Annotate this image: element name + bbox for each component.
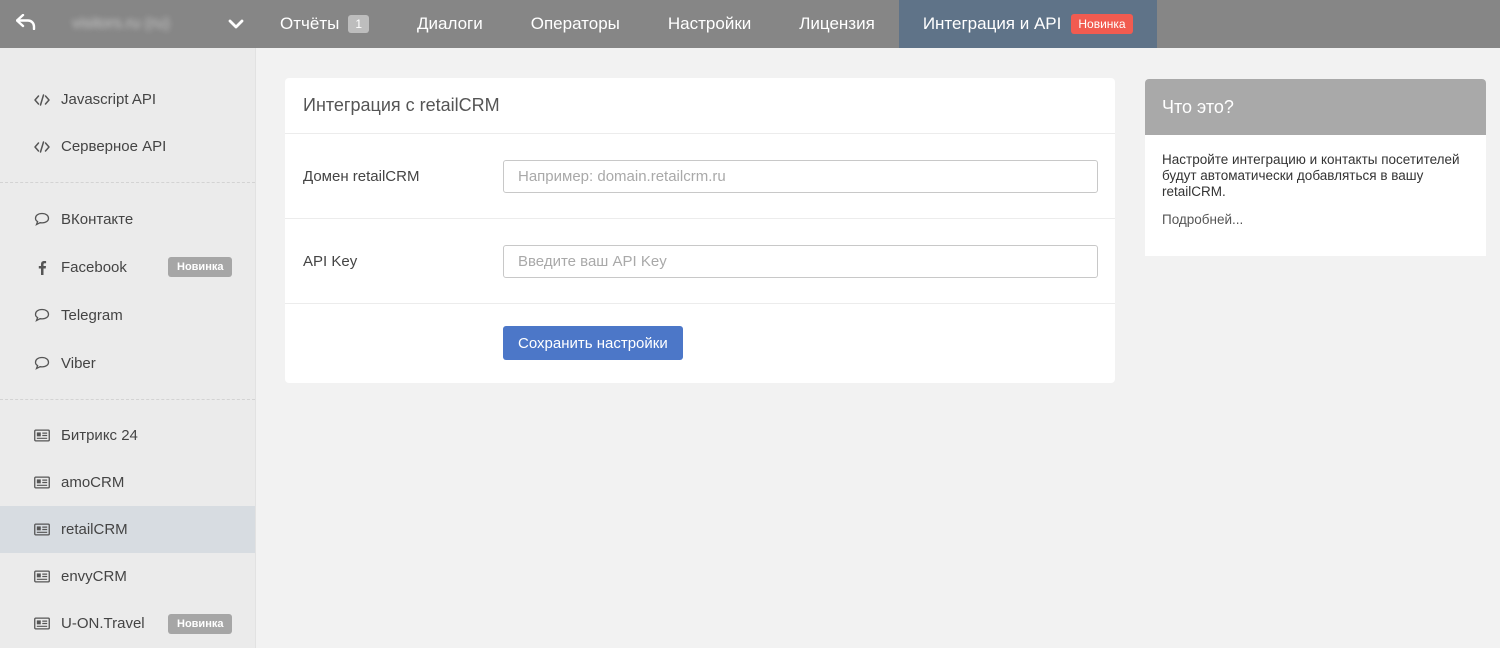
chevron-down-icon	[216, 19, 256, 29]
site-switcher[interactable]: visitors.ru (ru)	[52, 0, 256, 48]
id-card-icon	[34, 569, 50, 585]
nav-label: Отчёты	[280, 14, 340, 33]
sidebar-item-label: Facebook	[61, 258, 127, 276]
chat-bubble-icon	[34, 355, 50, 371]
sidebar-item-label: Серверное API	[61, 138, 167, 155]
sidebar-group-crm: Битрикс 24 amoCRM retailCRM envyCRM U-ON…	[0, 399, 255, 648]
sidebar-item-vkontakte[interactable]: ВКонтакте	[0, 195, 255, 243]
id-card-icon	[34, 475, 50, 491]
nav-dialogs[interactable]: Диалоги	[393, 0, 507, 48]
sidebar-item-label: Telegram	[61, 306, 123, 324]
nav-label: Диалоги	[417, 14, 483, 33]
sidebar-item-label: amoCRM	[61, 474, 125, 491]
sidebar: Javascript API Серверное API ВКонтакте F…	[0, 48, 256, 648]
nav-reports[interactable]: Отчёты 1	[256, 0, 393, 48]
sidebar-item-viber[interactable]: Viber	[0, 339, 255, 387]
sidebar-item-envycrm[interactable]: envyCRM	[0, 553, 255, 600]
info-body: Настройте интеграцию и контакты посетите…	[1145, 135, 1486, 228]
code-icon	[34, 92, 50, 108]
sidebar-item-label: ВКонтакте	[61, 210, 134, 228]
sidebar-item-label: U-ON.Travel	[61, 615, 145, 632]
new-badge: Новинка	[1071, 14, 1133, 34]
nav-settings[interactable]: Настройки	[644, 0, 775, 48]
info-title: Что это?	[1145, 79, 1486, 135]
more-link[interactable]: Подробней...	[1162, 212, 1243, 228]
api-key-label: API Key	[303, 252, 358, 270]
nav-license[interactable]: Лицензия	[775, 0, 899, 48]
back-arrow-icon	[15, 13, 36, 35]
save-settings-button[interactable]: Сохранить настройки	[503, 326, 683, 360]
nav-label: Интеграция и API	[922, 14, 1062, 33]
sidebar-item-label: envyCRM	[61, 568, 127, 585]
nav-label: Настройки	[667, 14, 752, 33]
new-badge: Новинка	[168, 613, 233, 634]
nav-label: Лицензия	[799, 14, 875, 33]
nav-operators[interactable]: Операторы	[507, 0, 644, 48]
domain-row: Домен retailCRM	[285, 134, 1115, 219]
actions-row: Сохранить настройки	[285, 304, 1115, 382]
code-icon	[34, 139, 50, 155]
sidebar-item-label: Viber	[61, 354, 96, 372]
sidebar-group-messengers: ВКонтакте Facebook Новинка Telegram Vibe…	[0, 182, 255, 399]
top-navigation-bar: visitors.ru (ru) Отчёты 1 Диалоги Операт…	[0, 0, 1500, 48]
new-badge: Новинка	[168, 257, 233, 277]
page-title: Интеграция с retailCRM	[285, 78, 1115, 134]
sidebar-item-server-api[interactable]: Серверное API	[0, 123, 255, 170]
id-card-icon	[34, 522, 50, 538]
main-nav: Отчёты 1 Диалоги Операторы Настройки Лиц…	[256, 0, 1157, 48]
nav-label: Операторы	[530, 14, 620, 33]
sidebar-item-label: Javascript API	[61, 91, 157, 108]
sidebar-item-telegram[interactable]: Telegram	[0, 291, 255, 339]
back-button[interactable]	[0, 0, 52, 48]
facebook-icon	[34, 259, 50, 275]
sidebar-item-label: retailCRM	[61, 521, 128, 538]
sidebar-item-bitrix24[interactable]: Битрикс 24	[0, 412, 255, 459]
sidebar-group-api: Javascript API Серверное API	[0, 48, 255, 182]
retailcrm-settings-card: Интеграция с retailCRM Домен retailCRM A…	[285, 78, 1115, 383]
sidebar-item-facebook[interactable]: Facebook Новинка	[0, 243, 255, 291]
domain-label: Домен retailCRM	[303, 167, 420, 185]
reports-count-badge: 1	[348, 15, 370, 33]
id-card-icon	[34, 428, 50, 444]
nav-integration-api[interactable]: Интеграция и API Новинка	[898, 0, 1157, 48]
chat-bubble-icon	[34, 211, 50, 227]
sidebar-item-label: Битрикс 24	[61, 427, 138, 444]
chat-bubble-icon	[34, 307, 50, 323]
info-text: Настройте интеграцию и контакты посетите…	[1162, 152, 1460, 199]
sidebar-item-amocrm[interactable]: amoCRM	[0, 459, 255, 506]
api-key-input[interactable]	[503, 244, 1098, 278]
sidebar-item-retailcrm[interactable]: retailCRM	[0, 506, 255, 553]
domain-input[interactable]	[503, 159, 1098, 193]
info-panel: Что это? Настройте интеграцию и контакты…	[1145, 79, 1486, 256]
api-key-row: API Key	[285, 219, 1115, 304]
site-name: visitors.ru (ru)	[72, 15, 170, 32]
sidebar-item-uon-travel[interactable]: U-ON.Travel Новинка	[0, 600, 255, 647]
sidebar-item-javascript-api[interactable]: Javascript API	[0, 76, 255, 123]
id-card-icon	[34, 616, 50, 632]
